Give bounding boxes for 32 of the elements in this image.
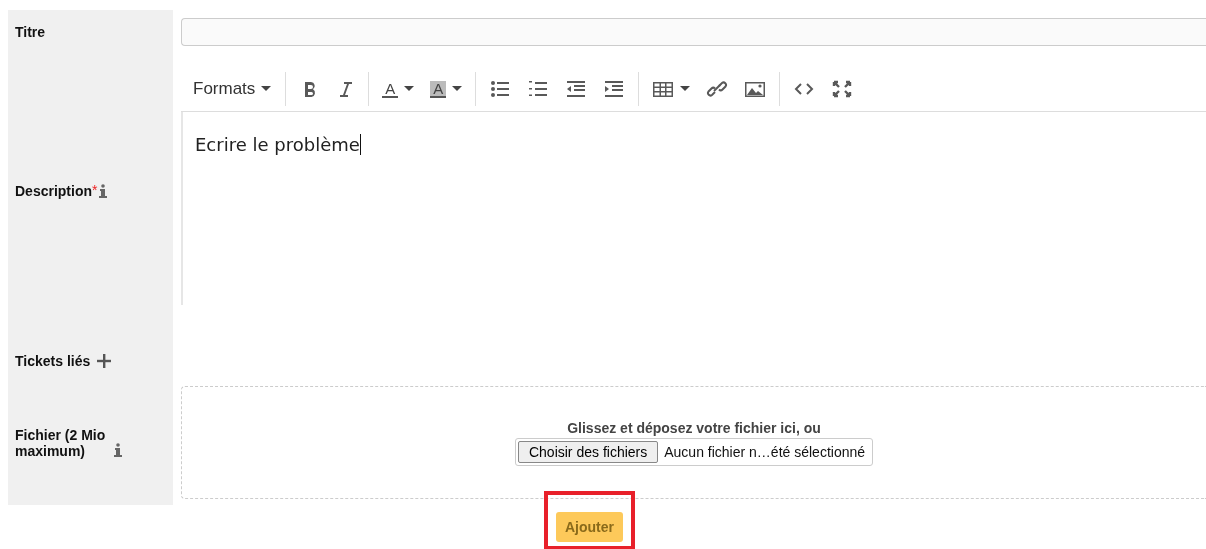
field-label: Description — [15, 183, 92, 199]
background-color-button[interactable]: A — [423, 76, 470, 102]
field-label: Tickets liés — [15, 353, 91, 369]
file-input[interactable]: Choisir des fichiers Aucun fichier n…été sélectionné — [514, 437, 874, 466]
fullscreen-icon — [831, 79, 854, 99]
formats-dropdown[interactable]: Formats — [185, 75, 280, 103]
image-icon — [744, 79, 767, 99]
editor-text: Ecrire le problème — [195, 134, 361, 155]
link-icon — [706, 79, 729, 99]
info-icon — [114, 443, 122, 458]
caret-icon — [261, 86, 272, 92]
indent-icon — [603, 79, 626, 99]
numbered-list-icon — [527, 79, 550, 99]
field-label: Titre — [15, 24, 46, 40]
add-icon[interactable] — [96, 353, 111, 368]
choose-files-button[interactable]: Choisir des fichiers — [517, 440, 659, 463]
outdent-icon — [565, 79, 588, 99]
drop-text: Glissez et déposez votre fichier ici, ou — [567, 419, 821, 436]
drop-zone[interactable]: Glissez et déposez votre fichier ici, ou Choisir des fichiers Aucun fichier n…été sélectionné — [181, 386, 1206, 499]
background-color-icon: A — [430, 80, 447, 98]
table-icon — [652, 79, 675, 99]
field-label: Fichier (2 Mio maximum) — [15, 426, 107, 459]
caret-icon — [404, 86, 415, 92]
editor-area[interactable]: Ecrire le problème — [181, 112, 1206, 305]
required-mark: * — [92, 182, 98, 198]
caret-icon — [452, 86, 463, 92]
title-field[interactable] — [181, 18, 1206, 46]
file-status: Aucun fichier n…été sélectionné — [664, 443, 866, 460]
caret-icon — [680, 86, 691, 92]
bullet-list-icon — [489, 79, 512, 99]
info-icon — [99, 183, 108, 198]
text-color-button[interactable]: A — [375, 76, 422, 102]
